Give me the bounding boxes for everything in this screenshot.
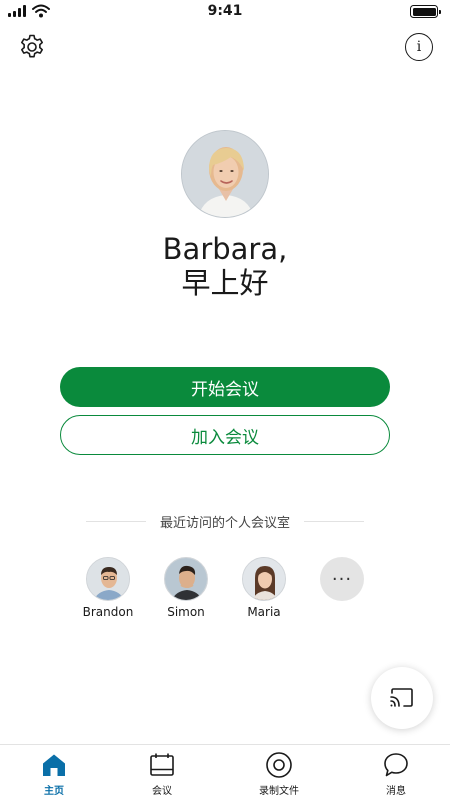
recent-contact-simon[interactable]: Simon <box>151 557 221 619</box>
home-icon <box>40 751 68 779</box>
tab-label: 会议 <box>152 786 172 797</box>
start-meeting-button[interactable]: 开始会议 <box>60 367 390 407</box>
user-portrait <box>182 131 268 217</box>
status-bar: 9:41 <box>0 0 450 26</box>
chat-icon <box>382 751 410 779</box>
avatar <box>242 557 286 601</box>
tab-label: 消息 <box>386 786 406 797</box>
recent-contact-maria[interactable]: Maria <box>229 557 299 619</box>
contact-name: Simon <box>167 605 205 619</box>
gear-icon <box>21 34 43 58</box>
user-avatar[interactable] <box>181 130 269 218</box>
tab-home[interactable]: 主页 <box>0 745 108 800</box>
tab-label: 主页 <box>44 786 64 797</box>
share-screen-button[interactable] <box>371 667 433 729</box>
calendar-icon <box>148 751 176 779</box>
contact-name: Brandon <box>82 605 134 619</box>
bottom-tab-bar: 主页 会议 录制文件 消息 <box>0 744 450 800</box>
divider-right <box>304 521 364 522</box>
info-icon: i <box>416 39 422 55</box>
greeting-name: Barbara, <box>162 232 288 266</box>
avatar <box>86 557 130 601</box>
record-icon <box>265 751 293 779</box>
divider-left <box>85 521 146 522</box>
status-time: 9:41 <box>207 3 243 19</box>
join-meeting-button[interactable]: 加入会议 <box>60 415 390 455</box>
more-contacts-button[interactable]: ··· <box>320 557 364 601</box>
settings-button[interactable] <box>17 32 47 62</box>
greeting-heading: Barbara, 早上好 <box>0 232 450 300</box>
greeting-message: 早上好 <box>181 266 269 300</box>
cast-icon <box>390 688 413 707</box>
tab-recordings[interactable]: 录制文件 <box>216 745 342 800</box>
info-button[interactable]: i <box>405 33 433 61</box>
tab-meetings[interactable]: 会议 <box>108 745 216 800</box>
recent-contact-brandon[interactable]: Brandon <box>73 557 143 619</box>
battery-icon <box>410 5 441 18</box>
recent-rooms-title: 最近访问的个人会议室 <box>159 516 290 531</box>
contact-name: Maria <box>247 605 281 619</box>
tab-messages[interactable]: 消息 <box>342 745 450 800</box>
avatar <box>164 557 208 601</box>
recent-rooms-heading: 最近访问的个人会议室 <box>0 512 450 531</box>
tab-label: 录制文件 <box>259 786 299 797</box>
